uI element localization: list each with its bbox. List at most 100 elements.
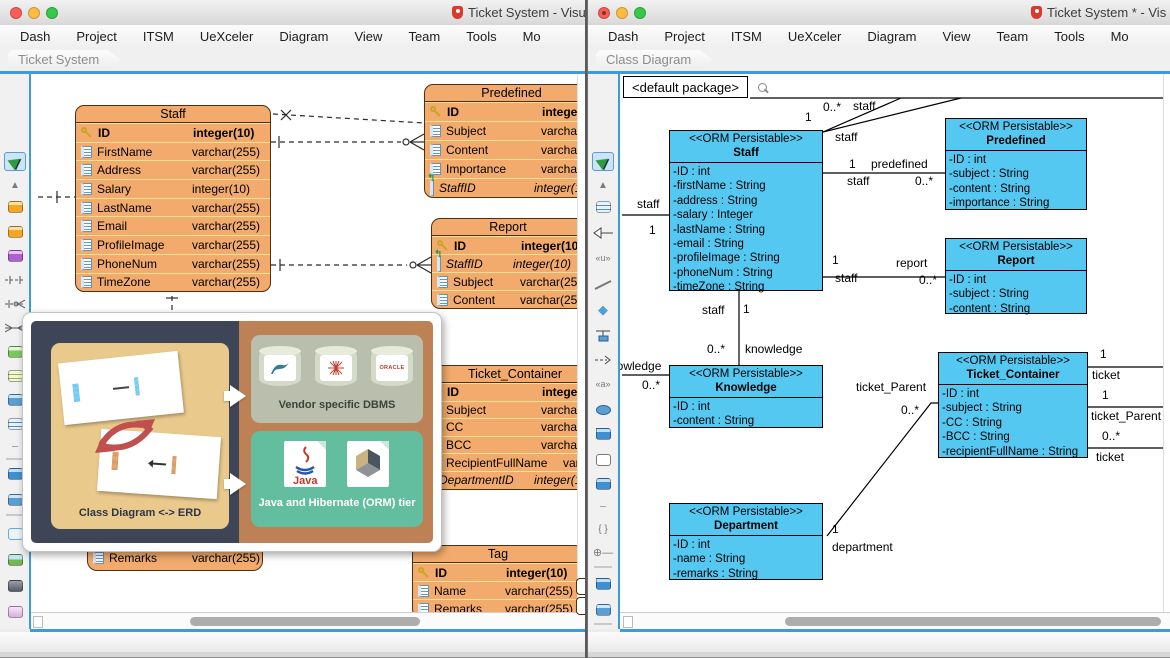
menu-dash[interactable]: Dash: [608, 29, 638, 44]
collaboration-icon[interactable]: [592, 400, 614, 419]
table-row[interactable]: Subjectvarchar(255): [432, 272, 577, 290]
table-row[interactable]: Addressvarchar(255): [76, 160, 270, 179]
one-to-one-relationship-icon[interactable]: [4, 270, 26, 289]
zoom-button[interactable]: [634, 7, 646, 19]
package-icon[interactable]: [592, 424, 614, 443]
image-icon[interactable]: [4, 550, 26, 569]
table-row[interactable]: BCCvarchar(255): [425, 436, 577, 454]
minimize-button[interactable]: [616, 7, 628, 19]
scroll-up-icon[interactable]: ▲: [592, 176, 614, 195]
table-row[interactable]: IDinteger(10): [425, 102, 577, 121]
menu-project[interactable]: Project: [76, 29, 116, 44]
table-row[interactable]: Emailvarchar(255): [76, 216, 270, 235]
table-row[interactable]: Remarksvarchar(255): [413, 599, 577, 612]
entity-view-icon[interactable]: [4, 222, 26, 241]
erd-table-tag[interactable]: Tag IDinteger(10) Namevarchar(255) Remar…: [412, 545, 577, 612]
constraint-brace-icon[interactable]: { }: [592, 520, 614, 539]
horizontal-scrollbar[interactable]: [30, 612, 586, 629]
table-row[interactable]: Contentvarchar(255): [425, 140, 577, 159]
close-button[interactable]: [10, 7, 22, 19]
diagram-overview-icon[interactable]: [592, 600, 614, 619]
one-to-many-relationship-icon[interactable]: [4, 294, 26, 313]
erd-table-report[interactable]: Report IDinteger(10) ↰StaffIDinteger(10)…: [431, 218, 577, 309]
menu-itsm[interactable]: ITSM: [143, 29, 174, 44]
table-row[interactable]: TimeZonevarchar(255): [76, 273, 270, 292]
table-row[interactable]: Subjectvarchar(255): [425, 121, 577, 140]
table-row[interactable]: Salaryinteger(10): [76, 179, 270, 198]
minimize-button[interactable]: [28, 7, 40, 19]
erd-table-staff[interactable]: Staff IDinteger(10) FirstNamevarchar(255…: [75, 105, 271, 292]
table-row[interactable]: CCvarchar(255): [425, 418, 577, 436]
callout-icon[interactable]: [4, 602, 26, 621]
titlebar[interactable]: Ticket System - Visu: [0, 0, 586, 26]
table-row[interactable]: IDinteger(10): [432, 236, 577, 254]
close-button-modified[interactable]: [598, 7, 610, 19]
table-row[interactable]: Importancevarchar(255): [425, 159, 577, 178]
provided-interface-icon[interactable]: ⊕—: [592, 544, 614, 563]
class-predefined[interactable]: <<ORM Persistable>> Predefined -ID : int…: [945, 118, 1087, 210]
table-row[interactable]: ↰StaffIDinteger(10): [425, 178, 577, 197]
table-row[interactable]: Subjectvarchar(255): [425, 401, 577, 419]
default-package-tab[interactable]: <default package>: [623, 76, 748, 98]
usage-icon[interactable]: «u»: [592, 249, 614, 268]
component-icon[interactable]: [592, 450, 614, 469]
table-row[interactable]: Contentvarchar(255): [432, 290, 577, 308]
table-row[interactable]: RecipientFullNamevarchar(255): [425, 453, 577, 471]
menu-team[interactable]: Team: [996, 29, 1028, 44]
horizontal-scrollbar[interactable]: [620, 612, 1170, 629]
menu-diagram[interactable]: Diagram: [867, 29, 916, 44]
scrollbar-thumb[interactable]: [785, 617, 1161, 626]
table-row[interactable]: ↰DepartmentIDinteger(10): [425, 471, 577, 489]
table-row[interactable]: PhoneNumvarchar(255): [76, 254, 270, 273]
dashed-line-icon[interactable]: ┄: [592, 498, 614, 517]
menu-view[interactable]: View: [942, 29, 970, 44]
table-row[interactable]: IDinteger(10): [76, 123, 270, 142]
scrollbar-thumb[interactable]: [190, 617, 420, 626]
class-staff[interactable]: <<ORM Persistable>> Staff -ID : int -fir…: [669, 130, 823, 291]
zoom-button[interactable]: [46, 7, 58, 19]
pointer-tool-icon[interactable]: [592, 152, 614, 171]
view-icon[interactable]: [4, 246, 26, 265]
menu-dash[interactable]: Dash: [20, 29, 50, 44]
table-row[interactable]: FirstNamevarchar(255): [76, 142, 270, 161]
class-ticket-container[interactable]: <<ORM Persistable>> Ticket_Container -ID…: [938, 352, 1088, 458]
erd-table-predefined[interactable]: Predefined IDinteger(10) Subjectvarchar(…: [424, 84, 577, 198]
menu-tools[interactable]: Tools: [1054, 29, 1084, 44]
vertical-scrollbar[interactable]: [1163, 74, 1170, 612]
class-icon[interactable]: [592, 197, 614, 216]
pointer-tool-icon[interactable]: [4, 152, 26, 171]
table-row[interactable]: ↰StaffIDinteger(10): [432, 254, 577, 272]
class-knowledge[interactable]: <<ORM Persistable>> Knowledge -ID : int …: [669, 365, 823, 428]
menu-uexceler[interactable]: UeXceler: [200, 29, 253, 44]
menu-tools[interactable]: Tools: [466, 29, 496, 44]
dependency-icon[interactable]: [592, 350, 614, 369]
menu-modeling[interactable]: Mo: [523, 29, 541, 44]
menu-view[interactable]: View: [354, 29, 382, 44]
menu-itsm[interactable]: ITSM: [731, 29, 762, 44]
breadcrumb[interactable]: Ticket System: [8, 50, 121, 69]
breadcrumb[interactable]: Class Diagram: [596, 50, 713, 69]
menu-team[interactable]: Team: [408, 29, 440, 44]
aggregation-icon[interactable]: ◆: [592, 300, 614, 319]
generalization-icon[interactable]: [592, 223, 614, 242]
containment-icon[interactable]: [592, 325, 614, 344]
titlebar[interactable]: Ticket System * - Vis: [588, 0, 1170, 26]
model-icon[interactable]: [592, 574, 614, 593]
menu-modeling[interactable]: Mo: [1111, 29, 1129, 44]
menu-project[interactable]: Project: [664, 29, 704, 44]
screenshot-icon[interactable]: [4, 576, 26, 595]
note-icon[interactable]: [592, 474, 614, 493]
class-report[interactable]: <<ORM Persistable>> Report -ID : int -su…: [945, 238, 1087, 314]
table-row[interactable]: Namevarchar(255): [413, 581, 577, 599]
menu-diagram[interactable]: Diagram: [279, 29, 328, 44]
class-diagram-canvas[interactable]: <default package> <<ORM Persistable>> S: [620, 74, 1163, 612]
scroll-up-icon[interactable]: ▲: [4, 176, 26, 195]
table-row[interactable]: ProfileImagevarchar(255): [76, 235, 270, 254]
table-row[interactable]: LastNamevarchar(255): [76, 198, 270, 217]
anchor-icon[interactable]: «a»: [592, 375, 614, 394]
menu-uexceler[interactable]: UeXceler: [788, 29, 841, 44]
table-row[interactable]: IDinteger(10): [425, 383, 577, 401]
entity-icon[interactable]: [4, 197, 26, 216]
table-row[interactable]: IDinteger(10): [413, 563, 577, 581]
class-department[interactable]: <<ORM Persistable>> Department -ID : int…: [669, 503, 823, 580]
